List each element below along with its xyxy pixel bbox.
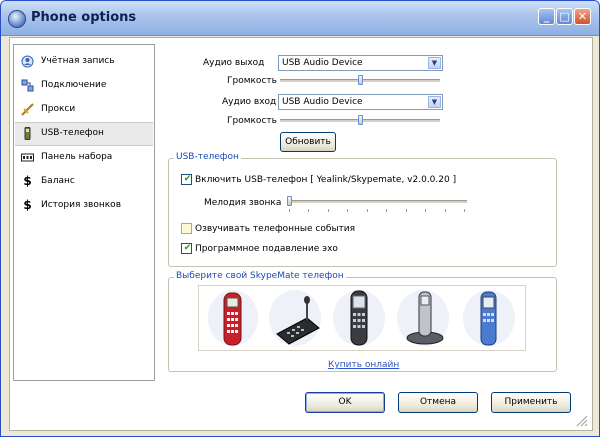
sidebar-item-label: Подключение [41,80,107,90]
refresh-button-label: Обновить [285,137,331,147]
red-handset-icon [208,290,258,346]
output-volume-slider[interactable] [280,75,440,85]
audio-input-select[interactable]: USB Audio Device ▼ [278,94,443,110]
sidebar-item-label: Учётная запись [41,56,115,66]
check-icon: ✔ [183,243,192,253]
sidebar-item-call-history[interactable]: $ История звонков [15,195,153,217]
sidebar-item-label: Баланс [41,176,75,186]
silver-handset-icon [333,290,385,346]
ringtone-label: Мелодия звонка [204,198,282,208]
ringtone-slider[interactable] [287,196,467,206]
usb-phone-group-legend: USB-телефон [174,152,241,162]
maximize-button[interactable]: □ [556,8,573,25]
desk-phone-icon [269,290,321,346]
skypemate-group-legend: Выберите свой SkypeMate телефон [174,271,346,281]
window-title: Phone options [31,10,137,25]
enable-usb-phone-checkbox[interactable]: ✔ [181,174,192,185]
apply-button-label: Применить [504,397,558,407]
audio-input-value: USB Audio Device [282,97,363,107]
skypemate-phone-gallery [198,285,526,351]
phone-model-3[interactable] [331,288,387,348]
audio-output-value: USB Audio Device [282,58,363,68]
usb-phone-icon [21,127,34,140]
resize-grip-icon[interactable] [573,412,588,427]
sidebar-item-connection[interactable]: Подключение [15,75,153,97]
refresh-button[interactable]: Обновить [280,132,336,152]
chevron-down-icon[interactable]: ▼ [428,96,441,108]
input-volume-slider[interactable] [280,115,440,125]
title-bar[interactable]: Phone options _ □ ✕ [1,1,599,36]
skype-logo-icon [8,10,26,28]
output-volume-label: Громкость [227,76,277,86]
dollar-icon: $ [23,174,32,188]
phone-model-5[interactable] [461,288,517,348]
connection-icon [21,79,34,92]
sidebar-item-label: USB-телефон [41,128,104,138]
audio-input-label: Аудио вход [222,97,277,107]
slider-thumb[interactable] [287,196,292,206]
sidebar-item-label: Панель набора [41,152,113,162]
minimize-icon: _ [543,10,550,23]
maximize-icon: □ [559,10,570,23]
blue-handset-icon [463,290,515,346]
sidebar-item-usb-phone[interactable]: USB-телефон [15,122,153,146]
buy-online-link[interactable]: Купить онлайн [328,360,399,370]
close-button[interactable]: ✕ [574,8,591,25]
echo-cancellation-label: Программное подавление эхо [195,244,338,254]
proxy-icon [21,103,34,116]
announce-events-checkbox[interactable] [181,223,192,234]
cancel-button[interactable]: Отмена [398,392,478,413]
slider-track [287,200,467,204]
input-volume-label: Громкость [227,116,277,126]
slider-thumb[interactable] [358,115,363,125]
phone-model-2[interactable] [267,288,323,348]
audio-output-select[interactable]: USB Audio Device ▼ [278,55,443,71]
sidebar-item-label: История звонков [41,200,121,210]
phone-model-1[interactable] [205,288,261,348]
cordless-phone-icon [397,290,449,346]
announce-events-label: Озвучивать телефонные события [195,224,356,234]
sidebar-item-balance[interactable]: $ Баланс [15,171,153,193]
enable-usb-phone-label: Включить USB-телефон [ Yealink/Skypemate… [195,175,457,185]
close-icon: ✕ [577,10,588,23]
slider-thumb[interactable] [358,75,363,85]
chevron-down-icon[interactable]: ▼ [428,57,441,69]
phone-options-window: Phone options _ □ ✕ Учётная запись Подкл… [0,0,600,437]
minimize-button[interactable]: _ [538,8,555,25]
settings-sidebar: Учётная запись Подключение Прокси USB-те… [13,44,155,381]
sidebar-item-dialpad[interactable]: Панель набора [15,147,153,169]
audio-output-label: Аудио выход [203,58,265,68]
check-icon: ✔ [183,174,192,184]
ringtone-slider-ticks [289,209,465,213]
echo-cancellation-checkbox[interactable]: ✔ [181,243,192,254]
phone-model-4[interactable] [395,288,451,348]
ok-button[interactable]: OK [305,392,385,413]
apply-button[interactable]: Применить [491,392,571,413]
sidebar-item-account[interactable]: Учётная запись [15,51,153,73]
ok-button-label: OK [338,397,352,407]
cancel-button-label: Отмена [419,397,457,407]
sidebar-item-proxy[interactable]: Прокси [15,99,153,121]
sidebar-item-label: Прокси [41,104,76,114]
account-icon [21,55,34,68]
dollar-icon: $ [23,198,32,212]
dialpad-icon [21,151,34,164]
